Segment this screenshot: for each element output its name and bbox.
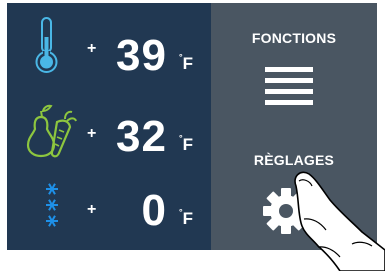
snowflake-icon bbox=[21, 175, 77, 245]
settings-button[interactable]: RÈGLAGES bbox=[211, 143, 377, 250]
freezer-sign: + bbox=[87, 201, 97, 218]
gear-icon bbox=[261, 186, 311, 241]
functions-button[interactable]: FONCTIONS bbox=[211, 19, 377, 127]
degree-symbol: ° bbox=[179, 133, 183, 143]
thermometer-icon bbox=[21, 3, 77, 73]
fridge-unit: °F bbox=[179, 52, 193, 73]
control-screen: + 39 °F + 32 °F + 0 °F FONCTIONS RÈGLAGE… bbox=[7, 3, 377, 250]
hamburger-menu-icon bbox=[265, 67, 313, 112]
settings-label: RÈGLAGES bbox=[253, 152, 335, 168]
functions-label: FONCTIONS bbox=[251, 30, 337, 46]
fridge-sign: + bbox=[87, 40, 97, 57]
fresh-zone-unit: °F bbox=[179, 133, 193, 154]
freezer-unit: °F bbox=[179, 207, 193, 228]
fresh-zone-sign: + bbox=[87, 125, 97, 142]
fridge-temperature-value: 39 bbox=[116, 31, 167, 80]
degree-symbol: ° bbox=[179, 207, 183, 217]
fresh-zone-temperature-value: 32 bbox=[116, 112, 167, 161]
fresh-zone-temperature-row[interactable]: + 32 °F bbox=[7, 103, 211, 173]
unit-letter: F bbox=[182, 209, 193, 228]
freezer-temperature-value: 0 bbox=[141, 186, 167, 235]
fridge-temperature-row[interactable]: + 39 °F bbox=[7, 3, 211, 78]
unit-letter: F bbox=[182, 135, 193, 154]
fruit-vegetable-icon bbox=[21, 103, 77, 173]
freezer-temperature-row[interactable]: + 0 °F bbox=[7, 175, 211, 245]
degree-symbol: ° bbox=[179, 52, 183, 62]
unit-letter: F bbox=[182, 54, 193, 73]
